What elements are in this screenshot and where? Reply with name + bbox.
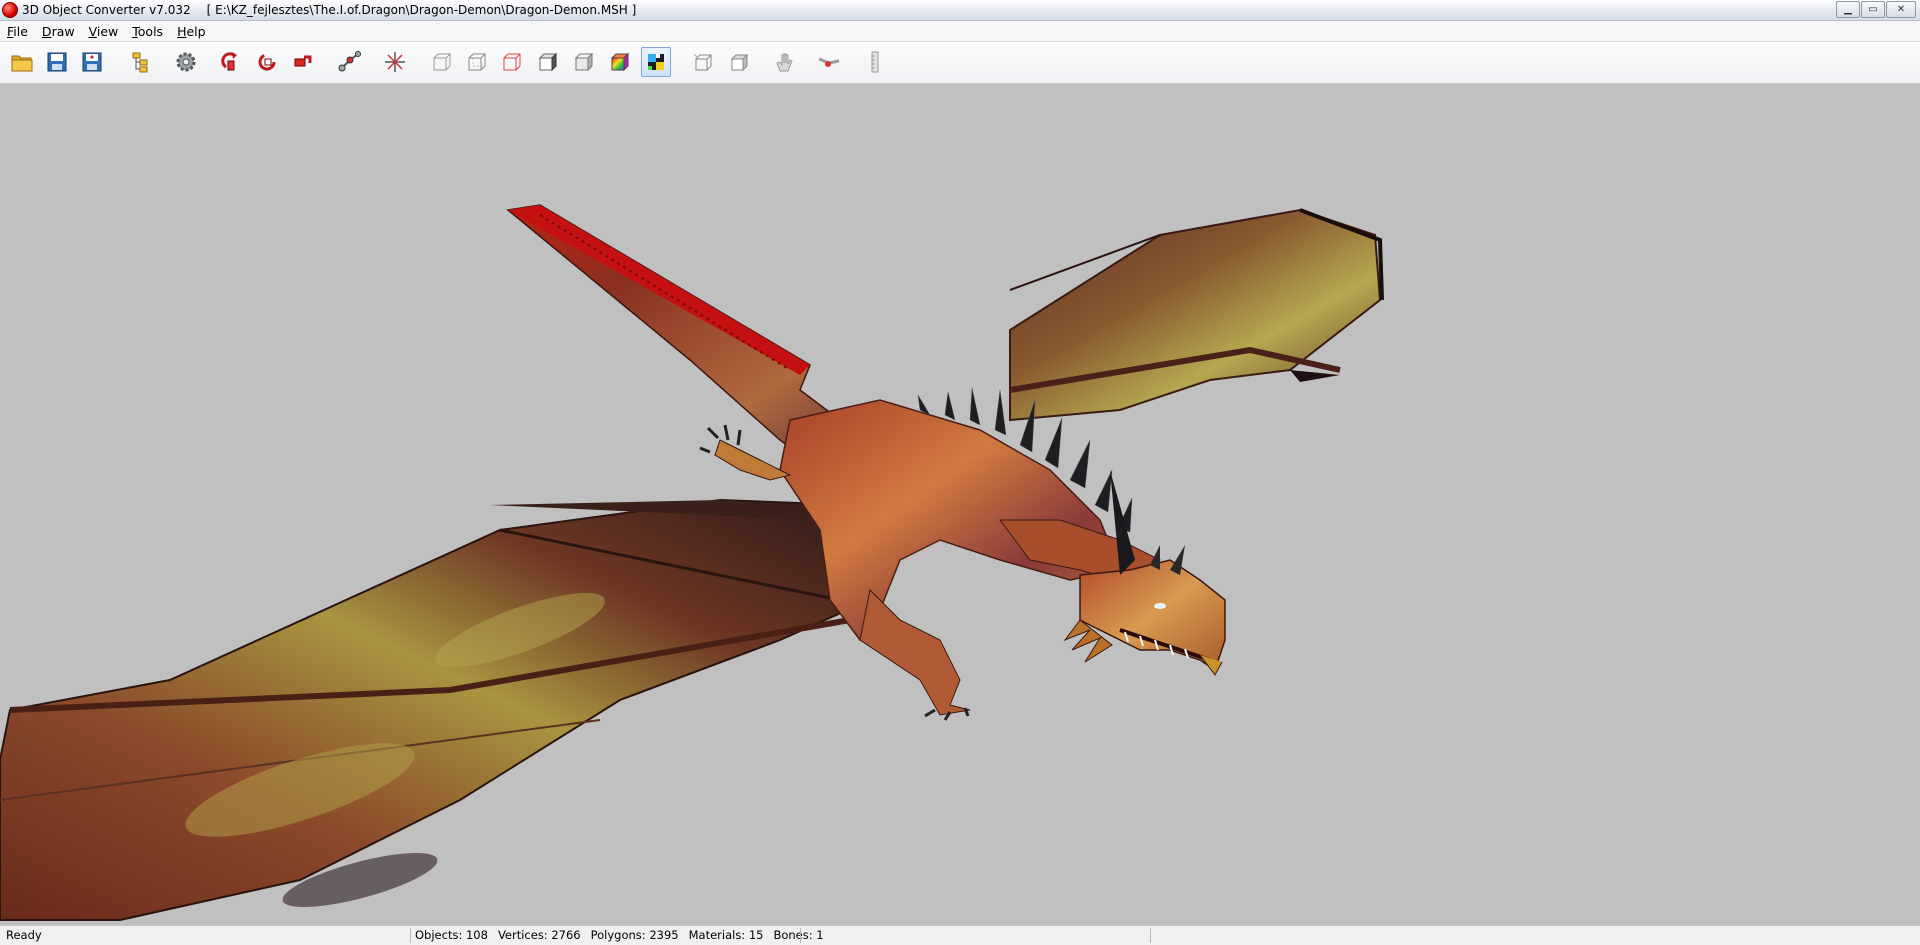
menu-view[interactable]: View (82, 24, 126, 39)
save-as-button[interactable] (77, 47, 107, 77)
rotate-y-button[interactable] (252, 47, 282, 77)
axis-center-icon (385, 52, 405, 72)
pan-button[interactable] (770, 47, 800, 77)
status-pane-3 (800, 928, 1150, 943)
wireframe-cube-icon (433, 53, 451, 71)
3d-viewport[interactable] (0, 84, 1920, 925)
color-cube-icon (610, 52, 630, 72)
wireframe-cube-2-icon (468, 53, 486, 71)
maximize-icon: ▭ (1868, 3, 1878, 15)
window-controls: ▁ ▭ ✕ (1836, 1, 1916, 18)
normals-cube-icon (693, 53, 712, 71)
smooth-cube-icon (574, 52, 594, 72)
normals-button[interactable] (688, 47, 718, 77)
zoom-button[interactable] (814, 47, 844, 77)
flat-shading-button[interactable] (533, 47, 563, 77)
rotate-x-icon (221, 52, 237, 71)
dragon-model (0, 204, 1384, 921)
menu-file[interactable]: File (0, 24, 35, 39)
zoom-tool-icon (818, 57, 840, 67)
status-bar: Ready Objects: 108 Vertices: 2766 Polygons… (0, 925, 1920, 945)
measure-button[interactable] (860, 47, 890, 77)
red-wireframe-button[interactable] (497, 47, 527, 77)
objects-count: Objects: 108 (415, 928, 488, 942)
vertices-count: Vertices: 2766 (497, 928, 581, 942)
objects-tree-icon (132, 52, 148, 73)
minimize-button[interactable]: ▁ (1836, 1, 1860, 18)
materials-count: Materials: 15 (688, 928, 764, 942)
save-disk-icon (47, 52, 67, 72)
toolbar (0, 42, 1920, 84)
open-button[interactable] (7, 47, 37, 77)
rotate-x-button[interactable] (216, 47, 246, 77)
menu-bar: File Draw View Tools Help (0, 21, 1920, 42)
maximize-button[interactable]: ▭ (1861, 1, 1885, 18)
settings-gear-icon (176, 52, 196, 72)
status-stats: Objects: 108 Vertices: 2766 Polygons: 2395… (410, 928, 824, 943)
settings-button[interactable] (171, 47, 201, 77)
menu-draw[interactable]: Draw (35, 24, 82, 39)
texture-checker-icon (648, 54, 664, 70)
status-state: Ready (6, 928, 42, 942)
wireframe-button[interactable] (427, 47, 457, 77)
polygons-count: Polygons: 2395 (590, 928, 679, 942)
rotate-y-icon (258, 53, 276, 71)
bones-icon (338, 51, 361, 72)
rotate-z-icon (294, 55, 312, 67)
measure-tool-icon (871, 51, 879, 73)
bones-button[interactable] (335, 47, 365, 77)
save-button[interactable] (42, 47, 72, 77)
backface-button[interactable] (724, 47, 754, 77)
rotate-z-button[interactable] (288, 47, 318, 77)
color-shading-button[interactable] (605, 47, 635, 77)
texture-button[interactable] (641, 47, 671, 77)
flat-cube-icon (538, 52, 558, 72)
menu-tools[interactable]: Tools (125, 24, 170, 39)
minimize-icon: ▁ (1844, 3, 1852, 15)
backface-cube-icon (730, 53, 749, 72)
wireframe-hidden-button[interactable] (462, 47, 492, 77)
open-folder-icon (11, 55, 33, 72)
smooth-shading-button[interactable] (569, 47, 599, 77)
app-icon[interactable] (2, 2, 18, 18)
status-pane-4 (1150, 928, 1915, 943)
title-bar: 3D Object Converter v7.032 [ E:\KZ_fejle… (0, 0, 1920, 21)
close-button[interactable]: ✕ (1886, 1, 1916, 18)
hand-pan-icon (776, 53, 793, 72)
objects-button[interactable] (125, 47, 155, 77)
menu-help[interactable]: Help (170, 24, 213, 39)
axis-center-button[interactable] (380, 47, 410, 77)
red-wireframe-cube-icon (503, 53, 521, 71)
file-path: [ E:\KZ_fejlesztes\The.I.of.Dragon\Drago… (206, 3, 637, 17)
close-icon: ✕ (1896, 3, 1906, 15)
save-as-disk-icon (82, 52, 102, 72)
app-title: 3D Object Converter v7.032 (22, 3, 191, 17)
